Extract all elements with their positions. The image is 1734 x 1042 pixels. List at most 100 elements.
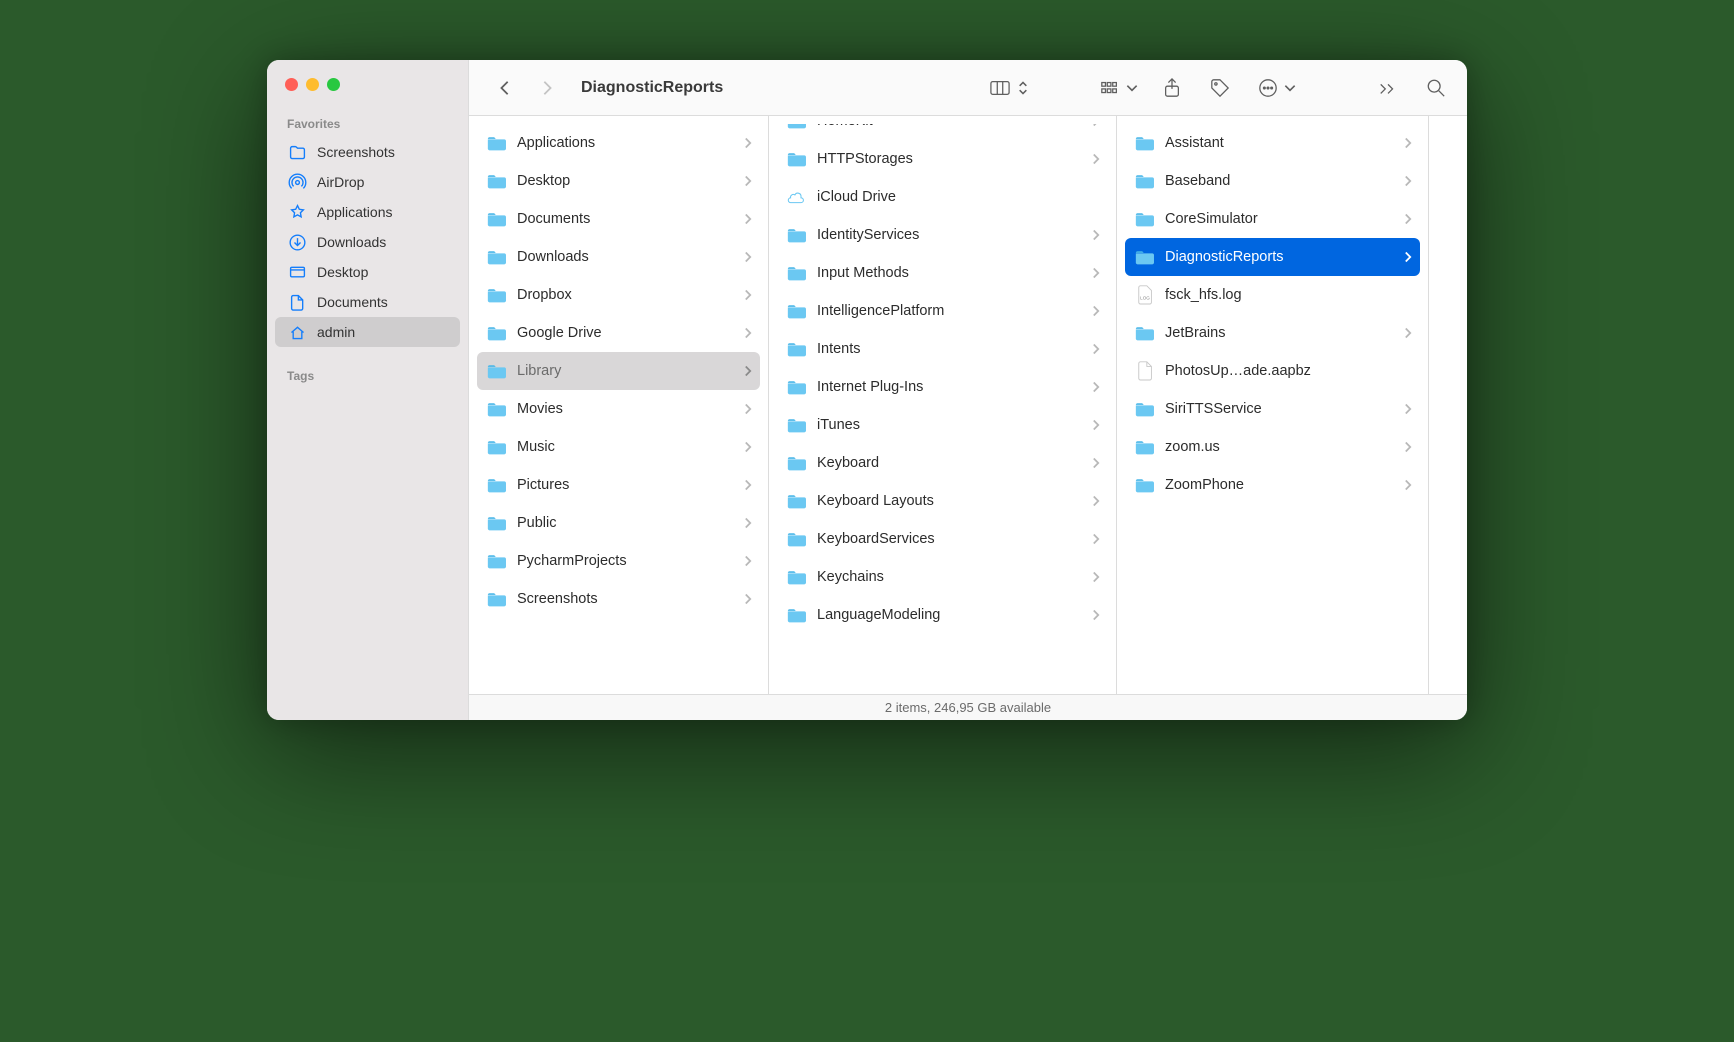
list-item[interactable]: IdentityServices [777, 216, 1108, 254]
list-item[interactable]: Screenshots [477, 580, 760, 618]
folder-icon [785, 300, 809, 322]
chevron-right-icon [742, 517, 754, 529]
list-item[interactable]: iTunes [777, 406, 1108, 444]
list-item[interactable]: IntelligencePlatform [777, 292, 1108, 330]
column-1[interactable]: HomeKit HTTPStorages iCloud DriveIdentityS… [769, 116, 1117, 694]
chevron-right-icon [742, 555, 754, 567]
list-item[interactable]: Music [477, 428, 760, 466]
column-3[interactable] [1429, 116, 1467, 694]
column-browser[interactable]: ApplicationsDesktopDocumentsDownloadsDro… [469, 116, 1467, 694]
list-item-label: CoreSimulator [1165, 211, 1394, 227]
chevron-right-icon [1090, 495, 1102, 507]
view-switcher[interactable] [985, 74, 1031, 102]
list-item[interactable]: Desktop [477, 162, 760, 200]
sidebar-item-screenshots[interactable]: Screenshots [275, 137, 460, 167]
folder-icon [785, 262, 809, 284]
folder-icon [785, 338, 809, 360]
finder-window: FavoritesScreenshotsAirDropApplicationsD… [267, 60, 1467, 720]
list-item[interactable]: DiagnosticReports [1125, 238, 1420, 276]
list-item[interactable]: KeyboardServices [777, 520, 1108, 558]
folder-icon [485, 170, 509, 192]
list-item[interactable]: Intents [777, 330, 1108, 368]
folder-icon [1133, 170, 1157, 192]
sidebar-item-downloads[interactable]: Downloads [275, 227, 460, 257]
list-item[interactable]: Keyboard [777, 444, 1108, 482]
sidebar-item-applications[interactable]: Applications [275, 197, 460, 227]
back-button[interactable] [493, 76, 517, 100]
list-item-label: Baseband [1165, 173, 1394, 189]
column-2[interactable]: Assistant Baseband CoreSimulator Diagnostic… [1117, 116, 1429, 694]
folder-icon [785, 224, 809, 246]
ellipsis-circle-icon [1253, 74, 1283, 102]
list-item[interactable]: Downloads [477, 238, 760, 276]
columns-view-icon[interactable] [985, 74, 1015, 102]
list-item[interactable]: iCloud Drive [777, 178, 1108, 216]
sidebar-item-label: Screenshots [317, 144, 395, 160]
list-item-label: iTunes [817, 417, 1082, 433]
list-item[interactable]: Dropbox [477, 276, 760, 314]
list-item[interactable]: Public [477, 504, 760, 542]
sidebar-item-airdrop[interactable]: AirDrop [275, 167, 460, 197]
tags-button[interactable] [1205, 74, 1235, 102]
forward-button[interactable] [535, 76, 559, 100]
list-item[interactable]: ZoomPhone [1125, 466, 1420, 504]
list-item[interactable]: Applications [477, 124, 760, 162]
list-item-label: zoom.us [1165, 439, 1394, 455]
list-item[interactable]: LanguageModeling [777, 596, 1108, 634]
list-item[interactable]: fsck_hfs.log [1125, 276, 1420, 314]
sidebar-item-documents[interactable]: Documents [275, 287, 460, 317]
list-item[interactable]: Keyboard Layouts [777, 482, 1108, 520]
list-item[interactable]: PhotosUp…ade.aapbz [1125, 352, 1420, 390]
list-item[interactable]: Baseband [1125, 162, 1420, 200]
list-item-label: DiagnosticReports [1165, 249, 1394, 265]
list-item[interactable]: Documents [477, 200, 760, 238]
close-button[interactable] [285, 78, 298, 91]
chevron-right-icon [1402, 479, 1414, 491]
chevron-right-icon [742, 479, 754, 491]
sidebar-heading: Favorites [267, 113, 468, 137]
list-item[interactable]: Pictures [477, 466, 760, 504]
list-item[interactable]: Input Methods [777, 254, 1108, 292]
chevron-down-icon [1283, 74, 1297, 102]
list-item[interactable]: Library [477, 352, 760, 390]
sidebar-item-label: Desktop [317, 264, 368, 280]
folder-icon [1133, 474, 1157, 496]
list-item[interactable]: Movies [477, 390, 760, 428]
share-button[interactable] [1157, 74, 1187, 102]
view-updown-icon[interactable] [1015, 74, 1031, 102]
list-item[interactable]: Internet Plug-Ins [777, 368, 1108, 406]
list-item-label: Keychains [817, 569, 1082, 585]
overflow-button[interactable] [1373, 74, 1403, 102]
list-item[interactable]: PycharmProjects [477, 542, 760, 580]
group-icon [1095, 74, 1125, 102]
list-item[interactable]: SiriTTSService [1125, 390, 1420, 428]
list-item-label: Intents [817, 341, 1082, 357]
column-0[interactable]: ApplicationsDesktopDocumentsDownloadsDro… [469, 116, 769, 694]
chevron-right-icon [1402, 175, 1414, 187]
action-menu-button[interactable] [1253, 74, 1297, 102]
fullscreen-button[interactable] [327, 78, 340, 91]
list-item[interactable]: HTTPStorages [777, 140, 1108, 178]
chevron-right-icon [1090, 343, 1102, 355]
group-button[interactable] [1095, 74, 1139, 102]
search-button[interactable] [1421, 74, 1451, 102]
list-item[interactable]: JetBrains [1125, 314, 1420, 352]
list-item[interactable]: CoreSimulator [1125, 200, 1420, 238]
list-item[interactable]: HomeKit [777, 124, 1108, 140]
folder-icon [785, 414, 809, 436]
sidebar-item-admin[interactable]: admin [275, 317, 460, 347]
chevron-right-icon [742, 593, 754, 605]
chevron-right-icon [1090, 457, 1102, 469]
sidebar-item-desktop[interactable]: Desktop [275, 257, 460, 287]
list-item-label: HTTPStorages [817, 151, 1082, 167]
list-item-label: ZoomPhone [1165, 477, 1394, 493]
list-item[interactable]: zoom.us [1125, 428, 1420, 466]
list-item[interactable]: Keychains [777, 558, 1108, 596]
folder-icon [485, 550, 509, 572]
minimize-button[interactable] [306, 78, 319, 91]
chevron-right-icon [1090, 381, 1102, 393]
list-item[interactable]: Google Drive [477, 314, 760, 352]
list-item-label: JetBrains [1165, 325, 1394, 341]
list-item[interactable]: Assistant [1125, 124, 1420, 162]
folder-icon [1133, 322, 1157, 344]
